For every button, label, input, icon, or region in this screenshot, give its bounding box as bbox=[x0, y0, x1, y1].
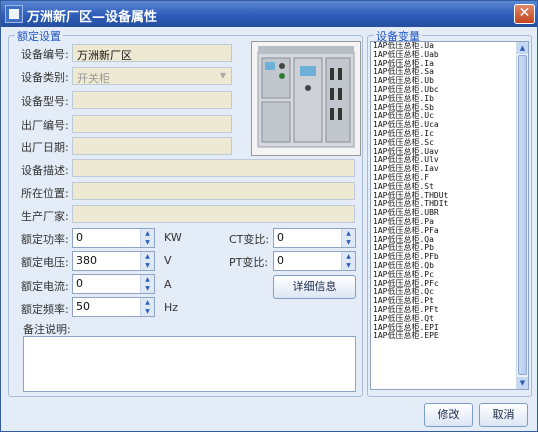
freq-unit: Hz bbox=[164, 301, 179, 314]
desc-label: 设备描述: bbox=[21, 164, 69, 177]
variable-list-item[interactable]: 1AP低压总柜.EPE bbox=[371, 331, 528, 341]
scroll-thumb[interactable] bbox=[518, 55, 527, 375]
location-field[interactable] bbox=[72, 182, 355, 200]
power-value: 0 bbox=[76, 231, 83, 244]
power-unit: KW bbox=[164, 231, 182, 244]
spin-down-icon[interactable]: ▼ bbox=[141, 261, 154, 270]
device-type-label: 设备类别: bbox=[21, 71, 69, 84]
scroll-up-icon[interactable]: ▲ bbox=[517, 42, 528, 54]
device-photo bbox=[251, 41, 361, 156]
location-label: 所在位置: bbox=[21, 187, 69, 200]
window-title: 万洲新厂区—设备属性 bbox=[27, 10, 158, 25]
cancel-button[interactable]: 取消 bbox=[479, 403, 528, 427]
spin-up-icon[interactable]: ▲ bbox=[342, 229, 355, 238]
maker-label: 生产厂家: bbox=[21, 210, 69, 223]
current-spinner[interactable]: 0 ▲ ▼ bbox=[72, 274, 155, 294]
spin-up-icon[interactable]: ▲ bbox=[141, 275, 154, 284]
pt-spinner[interactable]: 0 ▲ ▼ bbox=[273, 251, 356, 271]
spin-up-icon[interactable]: ▲ bbox=[141, 229, 154, 238]
close-button[interactable]: ✕ bbox=[514, 4, 535, 24]
freq-label: 额定频率: bbox=[21, 303, 69, 316]
freq-spinner[interactable]: 50 ▲ ▼ bbox=[72, 297, 155, 317]
factory-date-label: 出厂日期: bbox=[21, 141, 69, 154]
desc-field[interactable] bbox=[72, 159, 355, 177]
modify-button[interactable]: 修改 bbox=[424, 403, 473, 427]
title-bar[interactable]: 万洲新厂区—设备属性 ✕ bbox=[1, 1, 537, 27]
spin-down-icon[interactable]: ▼ bbox=[342, 238, 355, 247]
device-properties-window: 万洲新厂区—设备属性 ✕ 额定设置 设备编号: 万洲新厂区 设备类别: 开关柜 ▼… bbox=[0, 0, 538, 432]
device-no-label: 设备编号: bbox=[21, 48, 69, 61]
device-type-value: 开关柜 bbox=[77, 72, 110, 85]
remark-label: 备注说明: bbox=[23, 323, 71, 336]
spin-down-icon[interactable]: ▼ bbox=[141, 307, 154, 316]
voltage-unit: V bbox=[164, 254, 172, 267]
model-label: 设备型号: bbox=[21, 95, 69, 108]
detail-info-button[interactable]: 详细信息 bbox=[273, 275, 356, 299]
ct-label: CT变比: bbox=[229, 233, 270, 246]
factory-no-label: 出厂编号: bbox=[21, 119, 69, 132]
freq-value: 50 bbox=[76, 300, 90, 313]
current-label: 额定电流: bbox=[21, 280, 69, 293]
ct-spinner[interactable]: 0 ▲ ▼ bbox=[273, 228, 356, 248]
spin-up-icon[interactable]: ▲ bbox=[141, 252, 154, 261]
voltage-spinner[interactable]: 380 ▲ ▼ bbox=[72, 251, 155, 271]
spin-up-icon[interactable]: ▲ bbox=[342, 252, 355, 261]
ct-value: 0 bbox=[277, 231, 284, 244]
current-unit: A bbox=[164, 278, 172, 291]
remark-textarea[interactable] bbox=[23, 336, 356, 392]
spin-up-icon[interactable]: ▲ bbox=[141, 298, 154, 307]
power-spinner[interactable]: 0 ▲ ▼ bbox=[72, 228, 155, 248]
spin-down-icon[interactable]: ▼ bbox=[141, 238, 154, 247]
device-type-select[interactable]: 开关柜 ▼ bbox=[72, 67, 232, 85]
vertical-scrollbar[interactable]: ▲ ▼ bbox=[516, 42, 528, 389]
maker-field[interactable] bbox=[72, 205, 355, 223]
factory-no-field[interactable] bbox=[72, 115, 232, 133]
factory-date-field[interactable] bbox=[72, 137, 232, 155]
rated-settings-title: 额定设置 bbox=[15, 28, 63, 44]
scroll-down-icon[interactable]: ▼ bbox=[517, 377, 528, 389]
power-label: 额定功率: bbox=[21, 233, 69, 246]
current-value: 0 bbox=[76, 277, 83, 290]
app-icon bbox=[5, 5, 23, 23]
device-no-field[interactable]: 万洲新厂区 bbox=[72, 44, 232, 62]
chevron-down-icon[interactable]: ▼ bbox=[216, 69, 230, 83]
pt-label: PT变比: bbox=[229, 256, 269, 269]
voltage-value: 380 bbox=[76, 254, 97, 267]
pt-value: 0 bbox=[277, 254, 284, 267]
model-field[interactable] bbox=[72, 91, 232, 109]
variables-items: 1AP低压总柜.Ua 1AP低压总柜.Uab 1AP低压总柜.Ia 1AP低压总柜.S… bbox=[371, 42, 528, 341]
spin-down-icon[interactable]: ▼ bbox=[342, 261, 355, 270]
spin-down-icon[interactable]: ▼ bbox=[141, 284, 154, 293]
voltage-label: 额定电压: bbox=[21, 256, 69, 269]
variables-list[interactable]: 1AP低压总柜.Ua 1AP低压总柜.Uab 1AP低压总柜.Ia 1AP低压总柜.S… bbox=[370, 41, 529, 390]
